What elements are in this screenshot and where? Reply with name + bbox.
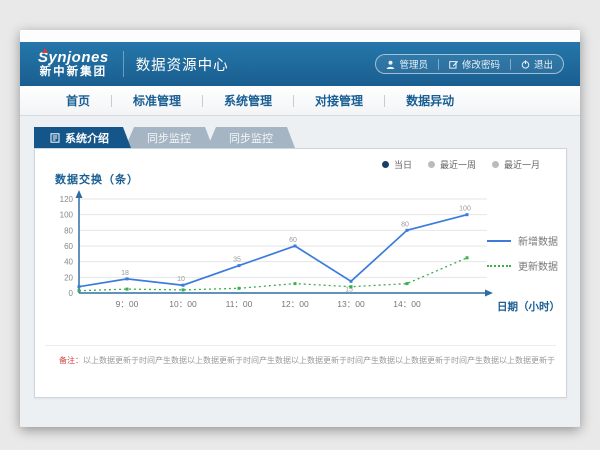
nav-item-system-mgmt[interactable]: 系统管理 — [224, 92, 272, 109]
tab-bar: 系统介绍 同步监控 同步监控 — [34, 127, 295, 148]
legend-item-new-data: 新增数据 — [487, 233, 558, 248]
tab-sync-monitor-2[interactable]: 同步监控 — [207, 127, 295, 148]
logout-label: 退出 — [534, 57, 553, 71]
svg-text:120: 120 — [60, 195, 74, 204]
tab-label: 系统介绍 — [65, 130, 109, 146]
nav-divider — [111, 95, 112, 107]
svg-text:40: 40 — [64, 258, 73, 267]
dotted-line-swatch-icon — [487, 265, 511, 267]
svg-text:60: 60 — [289, 237, 297, 244]
nav-divider — [202, 95, 203, 107]
tab-label: 同步监控 — [147, 130, 191, 146]
svg-text:13：00: 13：00 — [337, 299, 365, 309]
tab-system-intro[interactable]: 系统介绍 — [34, 127, 131, 148]
logo-accent-icon — [42, 48, 48, 53]
svg-text:10：00: 10：00 — [169, 299, 197, 309]
footnote-prefix: 备注： — [59, 356, 83, 365]
radio-dot-icon — [428, 161, 435, 168]
filter-label: 最近一周 — [440, 158, 476, 171]
svg-text:100: 100 — [459, 206, 471, 213]
legend-label: 更新数据 — [518, 258, 558, 273]
tab-label: 同步监控 — [229, 130, 273, 146]
filter-last-week[interactable]: 最近一周 — [428, 158, 476, 171]
app-header: Synjones 新中新集团 数据资源中心 管理员 修改密码 退出 — [20, 42, 580, 86]
nav-item-interface-mgmt[interactable]: 对接管理 — [315, 92, 363, 109]
solid-line-swatch-icon — [487, 240, 511, 242]
logout-button[interactable]: 退出 — [511, 57, 563, 71]
svg-text:20: 20 — [64, 273, 73, 282]
window-top-strip — [20, 30, 580, 42]
svg-text:80: 80 — [64, 226, 73, 235]
svg-text:100: 100 — [60, 211, 74, 220]
y-axis-title: 数据交换（条） — [55, 171, 139, 187]
admin-user-label: 管理员 — [399, 57, 428, 71]
footnote-text: 以上数据更新于时间产生数据以上数据更新于时间产生数据以上数据更新于时间产生数据以… — [83, 356, 555, 365]
change-password-button[interactable]: 修改密码 — [439, 57, 510, 71]
user-menu: 管理员 修改密码 退出 — [375, 54, 564, 74]
svg-text:18: 18 — [121, 270, 129, 277]
chart-legend: 新增数据 更新数据 — [487, 233, 558, 273]
legend-label: 新增数据 — [518, 233, 558, 248]
panel-divider — [45, 345, 556, 346]
change-password-label: 修改密码 — [462, 57, 500, 71]
filter-today[interactable]: 当日 — [382, 158, 412, 171]
power-icon — [521, 60, 530, 69]
content-area: 系统介绍 同步监控 同步监控 当日 最近一周 — [20, 116, 580, 427]
svg-text:9：00: 9：00 — [116, 299, 139, 309]
time-filter-group: 当日 最近一周 最近一月 — [382, 158, 540, 171]
svg-text:0: 0 — [69, 289, 74, 298]
header-divider — [123, 51, 124, 77]
svg-text:60: 60 — [64, 242, 73, 251]
nav-item-standard-mgmt[interactable]: 标准管理 — [133, 92, 181, 109]
footnote: 备注：以上数据更新于时间产生数据以上数据更新于时间产生数据以上数据更新于时间产生… — [59, 355, 555, 366]
logo-primary-text: Synjones — [38, 50, 109, 66]
logo-secondary-text: 新中新集团 — [38, 66, 109, 78]
app-title: 数据资源中心 — [136, 54, 229, 75]
radio-dot-icon — [492, 161, 499, 168]
tab-sync-monitor-1[interactable]: 同步监控 — [125, 127, 213, 148]
svg-text:10: 10 — [177, 276, 185, 283]
admin-user-button[interactable]: 管理员 — [376, 57, 438, 71]
edit-icon — [449, 60, 458, 69]
main-nav: 首页 标准管理 系统管理 对接管理 数据异动 — [20, 86, 580, 116]
nav-item-data-change[interactable]: 数据异动 — [406, 92, 454, 109]
svg-text:11：00: 11：00 — [226, 299, 253, 309]
filter-label: 当日 — [394, 158, 412, 171]
user-icon — [386, 60, 395, 69]
nav-divider — [384, 95, 385, 107]
chart-panel: 当日 最近一周 最近一月 数据交换（条） 0 20 40 60 80 100 120 9：00… — [34, 148, 567, 398]
nav-divider — [293, 95, 294, 107]
svg-text:14：00: 14：00 — [393, 299, 421, 309]
nav-item-home[interactable]: 首页 — [66, 92, 90, 109]
svg-text:12：00: 12：00 — [281, 299, 309, 309]
filter-last-month[interactable]: 最近一月 — [492, 158, 540, 171]
x-axis-title: 日期（小时） — [497, 299, 560, 314]
legend-item-update-data: 更新数据 — [487, 258, 558, 273]
svg-text:80: 80 — [401, 221, 409, 228]
document-icon — [50, 133, 60, 143]
line-chart: 0 20 40 60 80 100 120 9：00 10：00 11：00 12：00 13：00 1… — [45, 187, 505, 332]
app-window: Synjones 新中新集团 数据资源中心 管理员 修改密码 退出 首页 标准管… — [20, 30, 580, 427]
company-logo: Synjones 新中新集团 — [38, 50, 109, 78]
radio-dot-icon — [382, 161, 389, 168]
svg-text:35: 35 — [233, 257, 241, 264]
filter-label: 最近一月 — [504, 158, 540, 171]
